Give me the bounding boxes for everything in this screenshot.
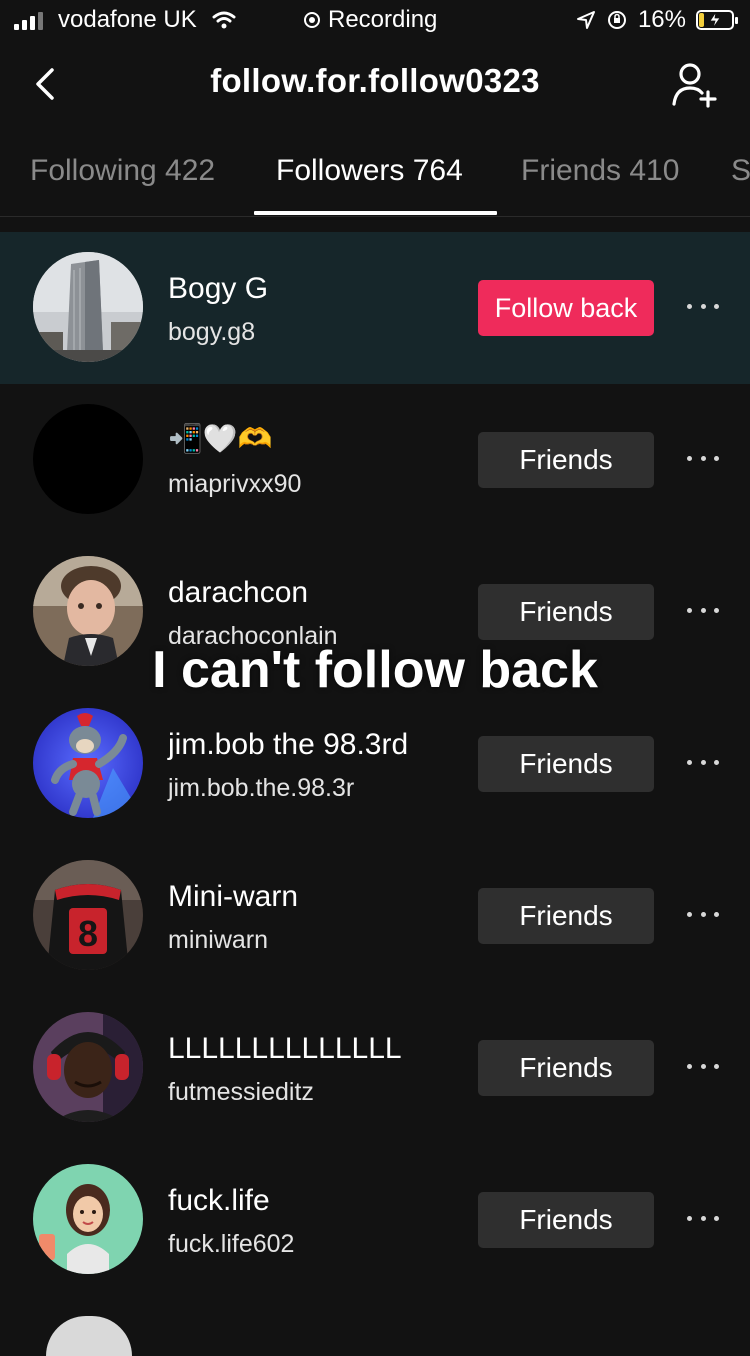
friends-button[interactable]: Friends <box>478 1040 654 1096</box>
more-options-icon[interactable] <box>687 1064 719 1072</box>
avatar[interactable] <box>33 252 143 362</box>
jersey-number: 8 <box>78 913 98 954</box>
more-options-icon[interactable] <box>687 456 719 464</box>
friends-button[interactable]: Friends <box>478 432 654 488</box>
header: follow.for.follow0323 <box>0 42 750 130</box>
tab-friends[interactable]: Friends 410 <box>521 154 679 188</box>
display-name: LLLLLLLLLLLLLL <box>168 1032 402 1065</box>
friends-button[interactable]: Friends <box>478 584 654 640</box>
friends-button[interactable]: Friends <box>478 888 654 944</box>
avatar[interactable] <box>46 1316 132 1356</box>
tab-bar: Following 422 Followers 764 Friends 410 … <box>0 130 750 217</box>
username: bogy.g8 <box>168 318 256 346</box>
add-user-icon[interactable] <box>670 60 720 110</box>
friends-button[interactable]: Friends <box>478 736 654 792</box>
list-item[interactable]: LLLLLLLLLLLLLL futmessieditz Friends <box>0 992 750 1144</box>
list-item[interactable]: fuck.life fuck.life602 Friends <box>0 1144 750 1296</box>
list-item[interactable]: 📲🤍🫶 miaprivxx90 Friends <box>0 384 750 536</box>
more-options-icon[interactable] <box>687 1216 719 1224</box>
display-name: fuck.life <box>168 1184 270 1217</box>
battery-percent: 16% <box>637 6 686 33</box>
avatar[interactable]: 8 <box>33 860 143 970</box>
signal-icon <box>14 12 43 30</box>
display-name: darachcon <box>168 576 309 609</box>
username: futmessieditz <box>168 1078 314 1106</box>
tab-followers[interactable]: Followers 764 <box>276 154 463 188</box>
username: miaprivxx90 <box>168 470 302 498</box>
list-item[interactable]: Bogy G bogy.g8 Follow back <box>0 232 750 384</box>
follow-back-button[interactable]: Follow back <box>478 280 654 336</box>
wifi-icon <box>212 11 236 29</box>
list-item[interactable]: jim.bob the 98.3rd jim.bob.the.98.3r Fri… <box>0 688 750 840</box>
username: jim.bob.the.98.3r <box>168 774 355 802</box>
recording-label: Recording <box>328 6 438 33</box>
recording-indicator: Recording <box>304 6 437 34</box>
list-item[interactable]: 8 Mini-warn miniwarn Friends <box>0 840 750 992</box>
carrier-label: vodafone UK <box>58 6 197 33</box>
more-options-icon[interactable] <box>687 760 719 768</box>
location-icon <box>576 11 595 29</box>
avatar[interactable] <box>33 404 143 514</box>
avatar[interactable] <box>33 1012 143 1122</box>
more-options-icon[interactable] <box>687 608 719 616</box>
page-title: follow.for.follow0323 <box>210 62 540 99</box>
display-name: jim.bob the 98.3rd <box>168 728 409 761</box>
status-bar: vodafone UK Recording 16% <box>0 0 750 42</box>
display-name: Mini-warn <box>168 880 299 913</box>
display-name: 📲🤍🫶 <box>168 423 273 454</box>
overlay-caption: I can't follow back <box>152 641 598 699</box>
more-options-icon[interactable] <box>687 912 719 920</box>
avatar[interactable] <box>33 708 143 818</box>
tab-suggested[interactable]: S <box>731 154 750 188</box>
avatar[interactable] <box>33 1164 143 1274</box>
display-name: Bogy G <box>168 272 269 305</box>
recording-icon <box>304 12 320 28</box>
more-options-icon[interactable] <box>687 304 719 312</box>
battery-icon <box>696 10 738 30</box>
username: miniwarn <box>168 926 269 954</box>
orientation-lock-icon <box>607 11 626 29</box>
friends-button[interactable]: Friends <box>478 1192 654 1248</box>
tab-following[interactable]: Following 422 <box>30 154 215 188</box>
active-tab-indicator <box>254 211 497 215</box>
username: fuck.life602 <box>168 1230 295 1258</box>
